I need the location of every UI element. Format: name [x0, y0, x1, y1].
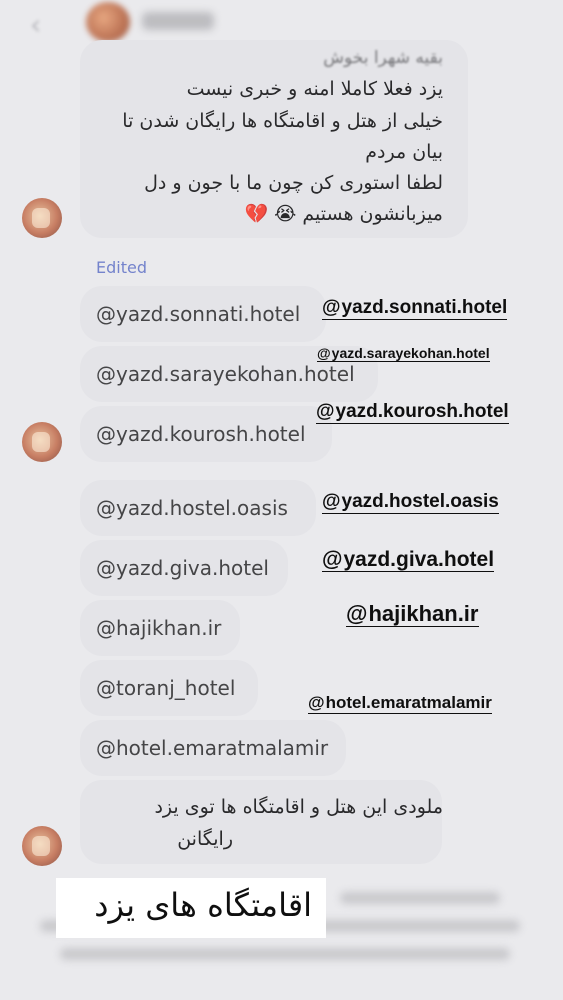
chevron-left-icon[interactable]: ‹	[30, 8, 41, 41]
sender-avatar[interactable]	[22, 826, 62, 866]
message-line: خیلی از هتل و اقامتگاه ها رایگان شدن تا	[122, 110, 443, 132]
contact-name[interactable]	[142, 12, 214, 30]
sticker-text: yazd.hostel.oasis	[341, 491, 499, 512]
handle-message-text[interactable]: @yazd.sonnati.hotel	[96, 302, 300, 326]
message-line: یزد فعلا کاملا امنه و خبری نیست	[186, 78, 443, 100]
message-line: بیان مردم	[365, 141, 443, 163]
handle-message-text[interactable]: @hotel.emaratmalamir	[96, 736, 328, 760]
handle-message-text[interactable]: @yazd.sarayekohan.hotel	[96, 362, 355, 386]
message-bubble[interactable]	[80, 780, 442, 864]
threads-icon: @	[322, 491, 341, 512]
blurred-text	[340, 892, 500, 904]
handle-sticker: @yazd.giva.hotel	[322, 548, 495, 573]
threads-icon: @	[316, 401, 335, 422]
handle-message-text[interactable]: @yazd.giva.hotel	[96, 556, 269, 580]
sticker-text: yazd.kourosh.hotel	[335, 401, 509, 422]
handle-sticker: @yazd.sarayekohan.hotel	[317, 345, 490, 363]
message-line: بقیه شهرا بخوش	[323, 48, 443, 68]
handle-message-text[interactable]: @yazd.kourosh.hotel	[96, 422, 306, 446]
handle-message-text[interactable]: @yazd.hostel.oasis	[96, 496, 288, 520]
handle-message-text[interactable]: @hajikhan.ir	[96, 616, 221, 640]
handle-sticker: @yazd.hostel.oasis	[322, 491, 499, 514]
sender-avatar[interactable]	[22, 422, 62, 462]
title-sticker: اقامتگاه های یزد	[56, 878, 326, 938]
title-sticker-text: اقامتگاه های یزد	[94, 886, 312, 924]
sticker-text: hotel.emaratmalamir	[325, 693, 492, 712]
message-line: رایگانن	[177, 828, 233, 850]
sticker-text: yazd.sarayekohan.hotel	[331, 345, 490, 361]
sticker-text: hajikhan.ir	[368, 601, 479, 626]
message-line: میزبانشون هستیم 😭 💔	[244, 203, 443, 225]
handle-sticker: @hotel.emaratmalamir	[308, 693, 492, 714]
message-line: لطفا استوری کن چون ما با جون و دل	[144, 172, 443, 194]
sticker-text: yazd.giva.hotel	[343, 548, 495, 571]
threads-icon: @	[317, 345, 331, 361]
threads-icon: @	[322, 548, 343, 571]
handle-sticker: @hajikhan.ir	[346, 601, 479, 628]
edited-label: Edited	[96, 258, 147, 277]
threads-icon: @	[308, 693, 325, 712]
sender-avatar[interactable]	[22, 198, 62, 238]
handle-sticker: @yazd.sonnati.hotel	[322, 297, 508, 320]
message-line: ملودی این هتل و اقامتگاه ها توی یزد	[154, 796, 443, 818]
handle-message-text[interactable]: @toranj_hotel	[96, 676, 235, 700]
blurred-text	[60, 948, 510, 960]
threads-icon: @	[346, 601, 368, 626]
sticker-text: yazd.sonnati.hotel	[341, 297, 508, 318]
contact-avatar[interactable]	[86, 2, 130, 42]
handle-sticker: @yazd.kourosh.hotel	[316, 401, 509, 424]
threads-icon: @	[322, 297, 341, 318]
